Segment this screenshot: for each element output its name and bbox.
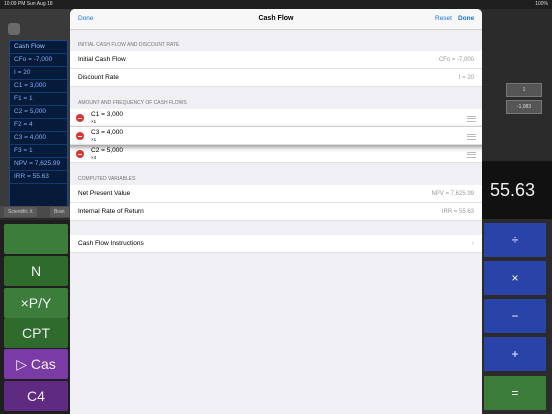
instructions-row[interactable]: Cash Flow Instructions › <box>70 235 482 253</box>
cash-flow-row[interactable]: C1 = 3,000 ×1 <box>70 109 482 127</box>
status-time: 10:09 PM Sun Aug 18 <box>4 1 53 7</box>
modal-nav-bar: Done Cash Flow Reset Done <box>70 9 482 30</box>
cash-flow-amount: C2 = 5,000 <box>91 147 123 154</box>
status-battery: 100% <box>535 1 548 7</box>
chevron-right-icon: › <box>471 240 474 247</box>
initial-cash-flow-row[interactable]: Initial Cash Flow CFo = -7,000 <box>70 51 482 69</box>
register-item: F2 = 4 <box>10 119 67 132</box>
modal-title: Cash Flow <box>258 15 294 22</box>
section-header-cash-flows: AMOUNT AND FREQUENCY OF CASH FLOWS <box>78 100 187 106</box>
key-c4[interactable]: C4 <box>4 381 68 411</box>
key-xpy[interactable]: ×P/Y <box>4 288 68 318</box>
key-divide[interactable]: ÷ <box>484 223 546 257</box>
small-field-2: -1,083 <box>506 100 542 114</box>
register-item: C1 = 3,000 <box>10 80 67 93</box>
register-item: NPV = 7,625.99 <box>10 158 67 171</box>
discount-rate-label: Discount Rate <box>78 74 119 81</box>
discount-rate-row[interactable]: Discount Rate I = 20 <box>70 69 482 87</box>
register-item: C3 = 4,000 <box>10 132 67 145</box>
delete-minus-icon[interactable] <box>76 150 84 158</box>
register-list: Cash Flow CFo = -7,000 I = 20 C1 = 3,000… <box>9 40 68 214</box>
npv-row[interactable]: Net Present Value NPV = 7,625.99 <box>70 185 482 203</box>
reorder-handle-icon[interactable] <box>467 152 476 158</box>
left-keypad: N ×P/Y CPT ▷ Cas C4 <box>0 220 70 414</box>
initial-cash-flow-label: Initial Cash Flow <box>78 56 126 63</box>
calculator-display: 55.63 <box>482 161 552 219</box>
cash-flow-frequency: ×1 <box>91 137 97 142</box>
register-item: F3 = 1 <box>10 145 67 158</box>
cash-flow-amount: C1 = 3,000 <box>91 111 123 118</box>
cash-flow-frequency: ×4 <box>91 155 97 160</box>
section-header-initial: INITIAL CASH FLOW AND DISCOUNT RATE <box>78 42 180 48</box>
register-item: CFo = -7,000 <box>10 54 67 67</box>
initial-cash-flow-value: CFo = -7,000 <box>438 57 474 63</box>
cash-flow-amount: C3 = 4,000 <box>91 129 123 136</box>
reorder-handle-icon[interactable] <box>467 116 476 122</box>
register-item: I = 20 <box>10 67 67 80</box>
section-header-computed: COMPUTED VARIABLES <box>78 176 136 182</box>
register-item: IRR = 55.63 <box>10 171 67 184</box>
done-button[interactable]: Done <box>458 9 474 29</box>
delete-minus-icon[interactable] <box>76 114 84 122</box>
cash-flow-modal: Done Cash Flow Reset Done INITIAL CASH F… <box>70 9 482 414</box>
discount-rate-value: I = 20 <box>458 75 474 81</box>
register-item: F1 = 1 <box>10 93 67 106</box>
key-n[interactable]: N <box>4 256 68 286</box>
irr-label: Internal Rate of Return <box>78 208 144 215</box>
key-equals[interactable]: = <box>484 376 546 410</box>
npv-value: NPV = 7,625.99 <box>431 191 474 197</box>
small-field-1: 1 <box>506 83 542 97</box>
cash-flow-row-dragging[interactable]: C3 = 4,000 ×1 <box>70 127 482 145</box>
key-plus[interactable]: + <box>484 337 546 371</box>
delete-minus-icon[interactable] <box>76 132 84 140</box>
instructions-label: Cash Flow Instructions <box>78 240 144 247</box>
tab-business[interactable]: Bran <box>50 207 69 217</box>
irr-value: IRR = 55.63 <box>441 209 474 215</box>
key-blank[interactable] <box>4 224 68 254</box>
cash-flow-frequency: ×1 <box>91 119 97 124</box>
key-minus[interactable]: − <box>484 299 546 333</box>
npv-label: Net Present Value <box>78 190 131 197</box>
tab-scientific[interactable]: Scientific X <box>4 207 37 217</box>
mode-tabs: Scientific X Bran <box>0 206 70 218</box>
cash-flow-row[interactable]: C2 = 5,000 ×4 <box>70 145 482 163</box>
status-bar: 10:09 PM Sun Aug 18 100% <box>0 0 552 9</box>
key-multiply[interactable]: × <box>484 261 546 295</box>
key-cash[interactable]: ▷ Cas <box>4 349 68 379</box>
irr-row[interactable]: Internal Rate of Return IRR = 55.63 <box>70 203 482 221</box>
reset-button[interactable]: Reset <box>435 9 452 29</box>
register-item: Cash Flow <box>10 41 67 54</box>
register-item: C2 = 5,000 <box>10 106 67 119</box>
key-cpt[interactable]: CPT <box>4 318 68 348</box>
reorder-handle-icon[interactable] <box>467 134 476 140</box>
settings-icon[interactable] <box>8 23 20 35</box>
